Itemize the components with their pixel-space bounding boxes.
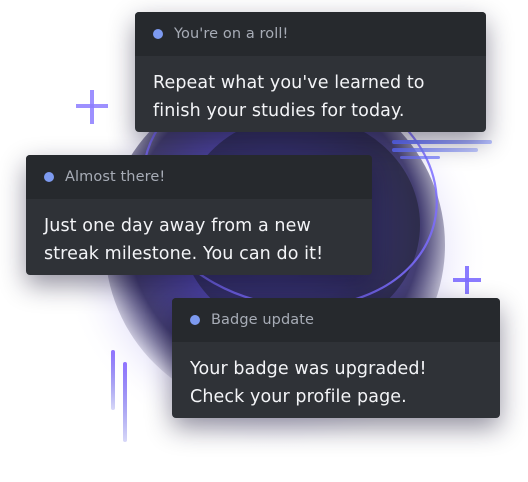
notification-card[interactable]: You're on a roll! Repeat what you've lea…	[135, 12, 486, 132]
notification-message-line: Just one day away from a new	[44, 216, 311, 236]
notification-title: Badge update	[211, 312, 315, 328]
status-dot-icon	[190, 315, 200, 325]
notification-title: Almost there!	[65, 169, 166, 185]
notification-message-line: Repeat what you've learned to	[153, 73, 425, 93]
notification-header: Badge update	[172, 298, 500, 342]
notification-card[interactable]: Badge update Your badge was upgraded! Ch…	[172, 298, 500, 418]
notification-card[interactable]: Almost there! Just one day away from a n…	[26, 155, 372, 275]
status-dot-icon	[44, 172, 54, 182]
notification-message: Your badge was upgraded! Check your prof…	[172, 342, 500, 411]
notification-message: Just one day away from a new streak mile…	[26, 199, 372, 268]
notification-message: Repeat what you've learned to finish you…	[135, 56, 486, 125]
notification-message-line: Check your profile page.	[190, 387, 407, 407]
status-dot-icon	[153, 29, 163, 39]
sparkle-plus-icon	[76, 90, 108, 124]
notification-message-line: streak milestone. You can do it!	[44, 244, 324, 264]
notification-header: You're on a roll!	[135, 12, 486, 56]
notification-message-line: Your badge was upgraded!	[190, 359, 427, 379]
notification-title: You're on a roll!	[174, 26, 289, 42]
notification-message-line: finish your studies for today.	[153, 101, 405, 121]
notification-header: Almost there!	[26, 155, 372, 199]
